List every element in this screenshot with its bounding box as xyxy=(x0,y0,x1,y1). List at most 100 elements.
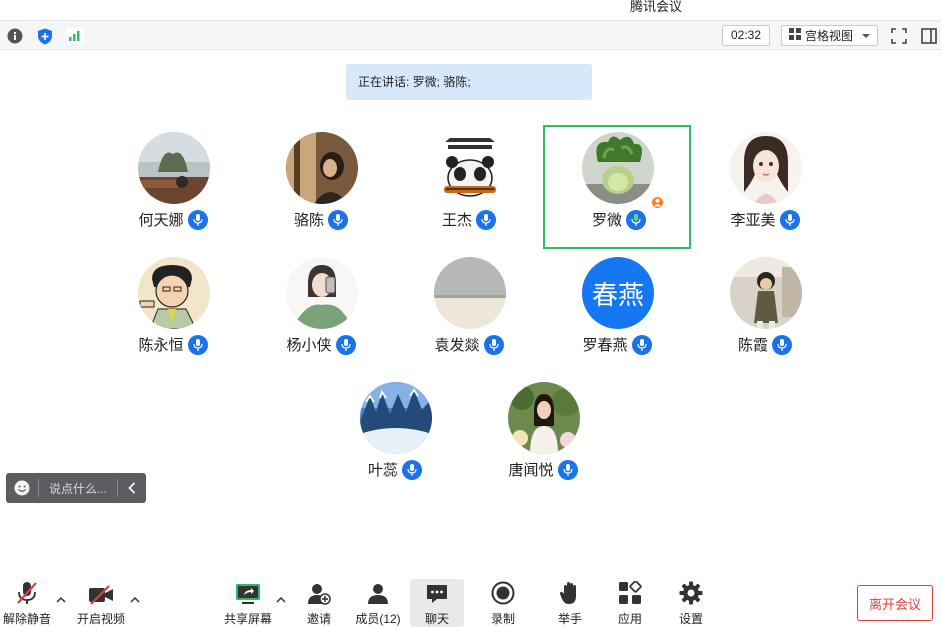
chevron-up-icon[interactable] xyxy=(129,593,141,605)
invite-button[interactable]: 邀请 xyxy=(302,579,336,627)
mic-icon xyxy=(328,209,348,230)
participant-name: 袁发燚 xyxy=(434,337,480,354)
mic-icon xyxy=(476,209,496,230)
participant-name: 叶蕊 xyxy=(367,462,398,479)
avatar xyxy=(730,257,802,329)
chat-icon xyxy=(425,579,449,605)
avatar xyxy=(730,132,802,204)
chevron-up-icon[interactable] xyxy=(55,593,67,605)
mic-muted-icon xyxy=(16,579,38,605)
meeting-timer: 02:32 xyxy=(722,25,770,46)
participant-tile[interactable]: 陈霞 xyxy=(691,250,839,374)
participant-tile[interactable]: 何天娜 xyxy=(99,125,247,249)
participant-name: 杨小侠 xyxy=(286,337,332,354)
mic-icon xyxy=(402,459,422,480)
bottom-toolbar: 解除静音 开启视频 共享屏幕 邀请 成员(12) 聊天 录制 举手 应用 设置 … xyxy=(0,573,941,627)
avatar xyxy=(434,132,506,204)
top-toolbar: 02:32 宫格视图 xyxy=(0,20,941,50)
start-video-label: 开启视频 xyxy=(76,612,125,626)
avatar-initials: 春燕 xyxy=(582,257,654,329)
chat-label: 聊天 xyxy=(424,612,449,626)
participant-tile[interactable]: 陈永恒 xyxy=(99,250,247,374)
share-screen-icon xyxy=(235,579,261,605)
shield-icon[interactable] xyxy=(36,27,54,45)
view-mode-select[interactable]: 宫格视图 xyxy=(781,25,878,46)
members-button[interactable]: 成员(12) xyxy=(354,579,402,627)
avatar xyxy=(138,257,210,329)
raise-hand-button[interactable]: 举手 xyxy=(554,579,586,627)
chat-input-box[interactable]: 说点什么... xyxy=(6,473,146,503)
record-label: 录制 xyxy=(490,612,515,626)
leave-meeting-button[interactable]: 离开会议 xyxy=(857,585,933,621)
chevron-down-icon xyxy=(862,34,870,38)
gear-icon xyxy=(679,579,703,605)
participant-tile[interactable]: 春燕 罗春燕 xyxy=(543,250,691,374)
participant-tile[interactable]: 叶蕊 xyxy=(321,375,469,499)
settings-label: 设置 xyxy=(678,612,703,626)
participant-name: 罗微 xyxy=(591,212,622,229)
share-screen-label: 共享屏幕 xyxy=(224,612,273,626)
avatar xyxy=(286,132,358,204)
avatar xyxy=(360,382,432,454)
emoji-icon[interactable] xyxy=(6,480,38,496)
avatar xyxy=(138,132,210,204)
sidebar-toggle-icon[interactable] xyxy=(920,27,938,45)
participant-tile[interactable]: 杨小侠 xyxy=(247,250,395,374)
start-video-button[interactable]: 开启视频 xyxy=(76,579,126,627)
participant-name: 陈永恒 xyxy=(138,337,184,354)
invite-label: 邀请 xyxy=(306,612,331,626)
members-label: 成员(12) xyxy=(355,612,401,626)
settings-button[interactable]: 设置 xyxy=(675,579,707,627)
participant-tile[interactable]: 王杰 xyxy=(395,125,543,249)
apps-icon xyxy=(618,579,642,605)
active-speaker-banner: 正在讲话: 罗微; 骆陈; xyxy=(346,64,592,100)
avatar xyxy=(434,257,506,329)
chevron-left-icon[interactable] xyxy=(118,482,146,494)
participant-name: 李亚美 xyxy=(730,212,776,229)
participant-tile[interactable]: 李亚美 xyxy=(691,125,839,249)
avatar xyxy=(286,257,358,329)
view-mode-label: 宫格视图 xyxy=(805,29,854,43)
fullscreen-icon[interactable] xyxy=(890,27,908,45)
participant-tile-active[interactable]: 罗微 xyxy=(543,125,691,249)
avatar xyxy=(508,382,580,454)
participant-name: 何天娜 xyxy=(138,212,184,229)
participant-tile[interactable]: 骆陈 xyxy=(247,125,395,249)
signal-icon[interactable] xyxy=(66,27,84,45)
participant-tile[interactable]: 唐闻悦 xyxy=(469,375,617,499)
video-off-icon xyxy=(88,579,114,605)
record-icon xyxy=(491,579,515,605)
mic-speaking-icon xyxy=(626,209,646,230)
chat-button[interactable]: 聊天 xyxy=(410,579,464,627)
mic-icon xyxy=(187,209,208,230)
unmute-button[interactable]: 解除静音 xyxy=(3,579,52,627)
add-user-icon xyxy=(307,579,331,605)
chevron-up-icon[interactable] xyxy=(275,593,287,605)
info-icon[interactable] xyxy=(6,27,24,45)
members-icon xyxy=(366,579,390,605)
raise-hand-label: 举手 xyxy=(557,612,582,626)
participant-name: 骆陈 xyxy=(293,212,324,229)
participant-tile[interactable]: 袁发燚 xyxy=(395,250,543,374)
mic-icon xyxy=(557,459,578,480)
participant-name: 陈霞 xyxy=(737,337,768,354)
active-speaker-text: 正在讲话: 罗微; 骆陈; xyxy=(358,75,471,89)
avatar: 春燕 xyxy=(582,257,654,329)
apps-button[interactable]: 应用 xyxy=(614,579,646,627)
mic-icon xyxy=(779,209,800,230)
mic-icon xyxy=(772,334,792,355)
grid-view-icon xyxy=(789,28,801,43)
apps-label: 应用 xyxy=(617,612,642,626)
record-button[interactable]: 录制 xyxy=(487,579,519,627)
window-title: 腾讯会议 xyxy=(630,0,683,14)
meeting-window: 腾讯会议 02:32 宫格视图 正在讲话: 罗微; 骆陈; 何天娜 骆陈 王杰 … xyxy=(0,0,941,627)
chat-input-placeholder[interactable]: 说点什么... xyxy=(39,480,117,497)
mic-icon xyxy=(335,334,356,355)
mic-icon xyxy=(631,334,652,355)
mic-icon xyxy=(187,334,208,355)
title-bar: 腾讯会议 xyxy=(0,0,941,20)
participant-name: 唐闻悦 xyxy=(508,462,554,479)
participant-name: 罗春燕 xyxy=(582,337,628,354)
share-screen-button[interactable]: 共享屏幕 xyxy=(224,579,272,627)
unmute-label: 解除静音 xyxy=(3,612,52,626)
